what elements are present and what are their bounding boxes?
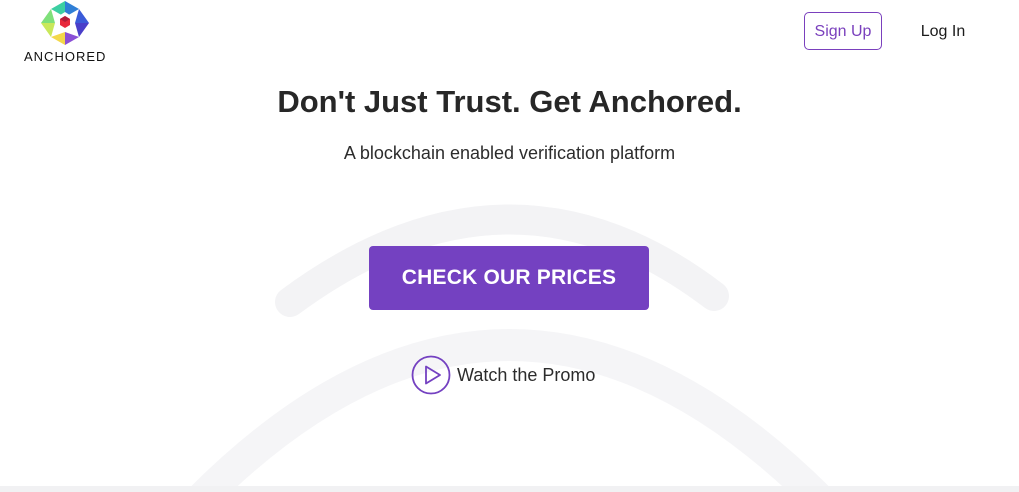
hexagon-logo-icon — [41, 1, 89, 45]
play-icon — [411, 355, 451, 395]
check-prices-button[interactable]: CHECK OUR PRICES — [369, 246, 649, 310]
brand-logo[interactable]: ANCHORED — [24, 0, 106, 66]
log-in-link[interactable]: Log In — [908, 12, 978, 52]
watch-promo-label: Watch the Promo — [457, 364, 596, 385]
hero-headline: Don't Just Trust. Get Anchored. — [277, 84, 742, 119]
brand-name: ANCHORED — [24, 49, 107, 64]
sign-up-button[interactable]: Sign Up — [804, 12, 882, 50]
bottom-strip — [0, 486, 1019, 492]
watch-promo-link[interactable]: Watch the Promo — [411, 355, 595, 395]
hero-subheadline: A blockchain enabled verification platfo… — [343, 143, 676, 163]
